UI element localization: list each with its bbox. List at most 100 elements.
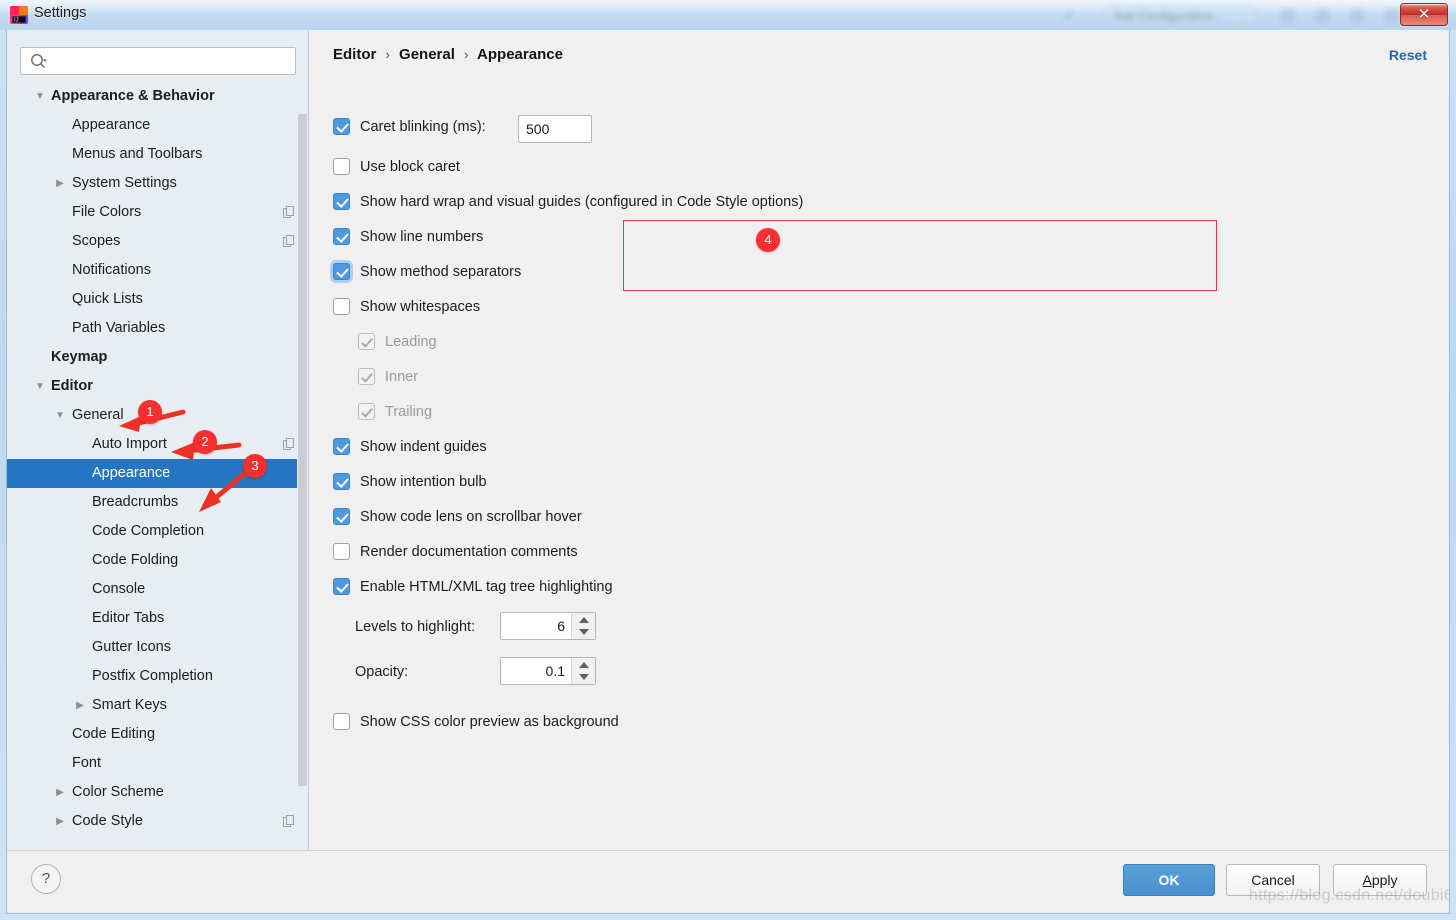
caret-blinking-checkbox[interactable] [333, 118, 350, 135]
run-button-ghost[interactable] [1280, 8, 1295, 23]
sidebar-item-auto-import[interactable]: Auto Import [7, 430, 308, 459]
search-input[interactable] [53, 48, 291, 74]
help-button[interactable]: ? [31, 864, 61, 894]
checkbox-label-show-whitespaces: Show whitespaces [360, 299, 481, 315]
checkbox-enable-html-xml-tag-tree-highlighting[interactable] [333, 578, 350, 595]
spinner-up-icon[interactable] [579, 662, 589, 668]
chevron-down-icon[interactable]: ▼ [33, 372, 47, 401]
chevron-down-icon[interactable]: ▼ [33, 82, 47, 111]
chevron-right-icon[interactable]: ▶ [53, 778, 67, 807]
apply-mnemonic: A [1362, 872, 1372, 888]
sidebar-item-code-folding[interactable]: Code Folding [7, 546, 308, 575]
checkbox-show-hard-wrap-and-visual-guides-configured-in-code-style-options[interactable] [333, 193, 350, 210]
highlighted-options-group [623, 220, 1217, 291]
chevron-right-icon[interactable]: ▶ [53, 807, 67, 836]
apply-button[interactable]: Apply [1333, 864, 1427, 896]
annotation-badge-4: 4 [756, 228, 780, 252]
cancel-button[interactable]: Cancel [1226, 864, 1320, 896]
reset-link[interactable]: Reset [1389, 47, 1427, 63]
spinner-opacity[interactable] [500, 657, 596, 685]
sidebar-item-code-editing[interactable]: Code Editing [7, 720, 308, 749]
close-button[interactable]: ✕ [1400, 3, 1448, 26]
sidebar-item-postfix-completion[interactable]: Postfix Completion [7, 662, 308, 691]
chevron-right-icon[interactable]: ▶ [73, 691, 87, 720]
ok-button[interactable]: OK [1123, 864, 1215, 896]
spinner-levels-to-highlight[interactable] [500, 612, 596, 640]
checkbox-label-leading: Leading [385, 334, 437, 350]
sidebar-item-label: Auto Import [92, 436, 167, 452]
spinner-down-icon[interactable] [579, 674, 589, 680]
sidebar-item-label: Scopes [72, 233, 121, 249]
sidebar-item-path-variables[interactable]: Path Variables [7, 314, 308, 343]
sidebar-item-color-scheme[interactable]: ▶ Color Scheme [7, 778, 308, 807]
breadcrumb-part-general[interactable]: General [399, 46, 455, 63]
spinner-down-icon[interactable] [579, 629, 589, 635]
sidebar-scrollbar-thumb[interactable] [298, 114, 307, 786]
sidebar-item-code-style[interactable]: ▶ Code Style [7, 807, 308, 836]
checkbox-render-documentation-comments[interactable] [333, 543, 350, 560]
wrench-icon: ✓ [1063, 7, 1076, 24]
checkbox-label-show-line-numbers: Show line numbers [360, 229, 484, 245]
sidebar-item-label: Appearance [92, 465, 171, 481]
sidebar-item-label: Code Style [72, 813, 143, 829]
sidebar-item-smart-keys[interactable]: ▶ Smart Keys [7, 691, 308, 720]
sidebar-item-quick-lists[interactable]: Quick Lists [7, 285, 308, 314]
checkbox-inner [358, 368, 375, 385]
debug-button-ghost[interactable] [1315, 8, 1330, 23]
coverage-button-ghost[interactable] [1350, 8, 1365, 23]
caret-blinking-input[interactable] [519, 116, 591, 142]
sidebar-item-label: Appearance & Behavior [51, 88, 215, 104]
sidebar-item-label: Notifications [72, 262, 151, 278]
settings-window: IJ Settings ✓ Add Configuration... ✕ ▼ A… [0, 0, 1456, 920]
spinner-up-icon[interactable] [579, 617, 589, 623]
search-box[interactable] [20, 47, 296, 75]
sidebar-item-breadcrumbs[interactable]: Breadcrumbs [7, 488, 308, 517]
search-button-ghost[interactable] [1384, 8, 1399, 23]
checkbox-show-indent-guides[interactable] [333, 438, 350, 455]
chevron-right-icon[interactable]: ▶ [53, 169, 67, 198]
copy-settings-icon[interactable] [283, 815, 295, 828]
copy-settings-icon[interactable] [283, 235, 295, 248]
checkbox-use-block-caret[interactable] [333, 158, 350, 175]
apply-rest: pply [1371, 872, 1398, 888]
sidebar-item-system-settings[interactable]: ▶ System Settings [7, 169, 308, 198]
sidebar-item-label: Appearance [72, 117, 151, 133]
chevron-down-icon[interactable]: ▼ [53, 401, 67, 430]
copy-settings-icon[interactable] [283, 438, 295, 451]
sidebar-item-font[interactable]: Font [7, 749, 308, 778]
sidebar-item-keymap[interactable]: Keymap [7, 343, 308, 372]
sidebar-item-label: Path Variables [72, 320, 166, 336]
spinner-input-levels-to-highlight[interactable] [501, 613, 571, 639]
sidebar-item-menus-and-toolbars[interactable]: Menus and Toolbars [7, 140, 308, 169]
checkbox-label-use-block-caret: Use block caret [360, 159, 460, 175]
caret-blinking-field-wrap [518, 115, 592, 143]
checkbox-show-intention-bulb[interactable] [333, 473, 350, 490]
sidebar-scrollbar[interactable] [297, 114, 308, 786]
spinner-input-opacity[interactable] [501, 658, 571, 684]
run-configuration-chip[interactable]: Add Configuration... [1103, 5, 1258, 25]
sidebar-item-editor[interactable]: ▼ Editor [7, 372, 308, 401]
checkbox-show-code-lens-on-scrollbar-hover[interactable] [333, 508, 350, 525]
sidebar-item-editor-tabs[interactable]: Editor Tabs [7, 604, 308, 633]
sidebar-item-console[interactable]: Console [7, 575, 308, 604]
sidebar-item-label: Console [92, 581, 146, 597]
checkbox-leading [358, 333, 375, 350]
sidebar-item-label: Editor [51, 378, 93, 394]
sidebar-item-code-completion[interactable]: Code Completion [7, 517, 308, 546]
sidebar-item-notifications[interactable]: Notifications [7, 256, 308, 285]
sidebar-item-label: Code Editing [72, 726, 156, 742]
checkbox-show-line-numbers[interactable] [333, 228, 350, 245]
sidebar-item-label: Editor Tabs [92, 610, 165, 626]
copy-settings-icon[interactable] [283, 206, 295, 219]
sidebar-item-scopes[interactable]: Scopes [7, 227, 308, 256]
checkbox-show-whitespaces[interactable] [333, 298, 350, 315]
css-color-preview-checkbox[interactable] [333, 713, 350, 730]
breadcrumb-part-editor[interactable]: Editor [333, 46, 376, 63]
search-icon [31, 54, 47, 69]
checkbox-show-method-separators[interactable] [333, 263, 350, 280]
sidebar-item-gutter-icons[interactable]: Gutter Icons [7, 633, 308, 662]
sidebar-item-file-colors[interactable]: File Colors [7, 198, 308, 227]
sidebar-item-appearance[interactable]: Appearance [7, 111, 308, 140]
checkbox-label-render-documentation-comments: Render documentation comments [360, 544, 578, 560]
sidebar-item-appearance-behavior[interactable]: ▼ Appearance & Behavior [7, 82, 308, 111]
